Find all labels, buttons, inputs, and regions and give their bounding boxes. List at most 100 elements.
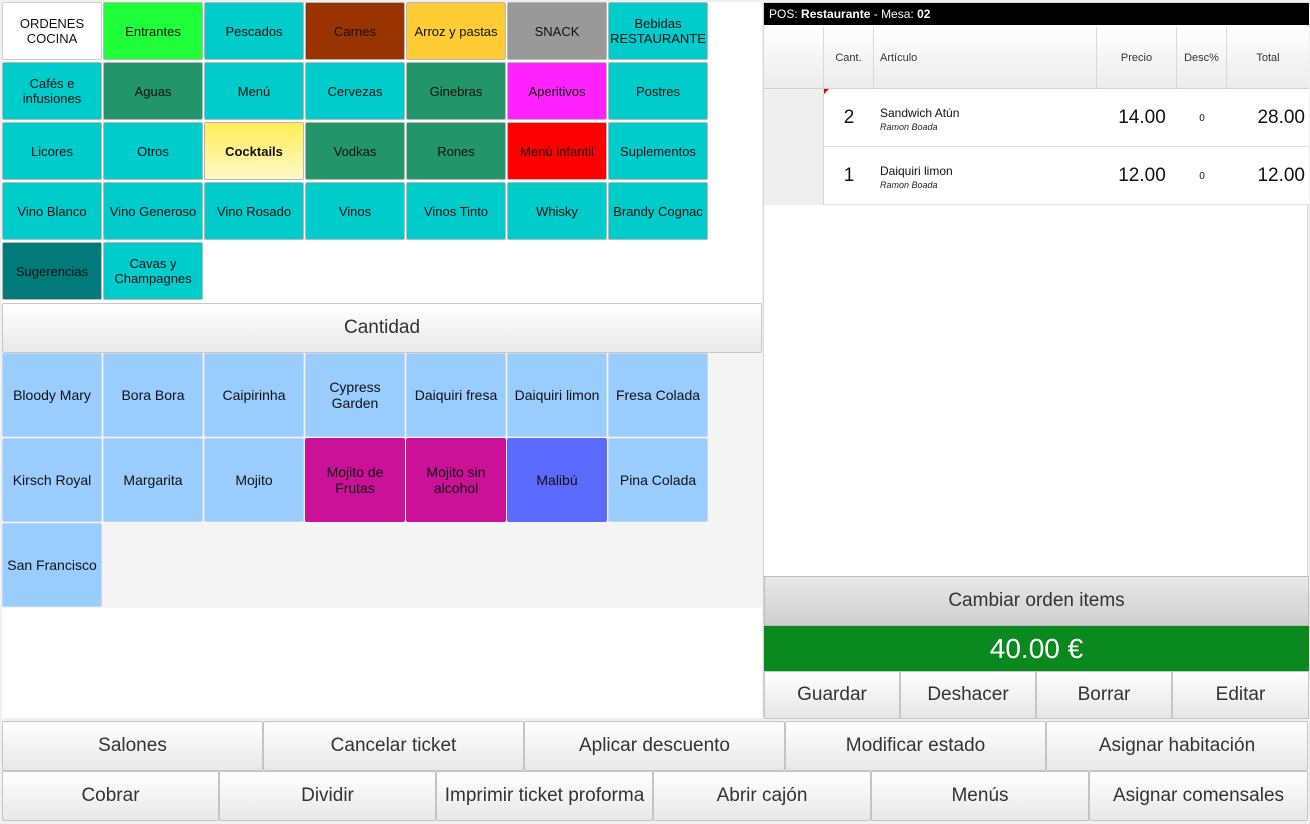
total-column-header: Total bbox=[1256, 52, 1280, 64]
abrir-cajon-button[interactable]: Abrir cajón bbox=[653, 771, 871, 821]
product-daiquiri-fresa[interactable]: Daiquiri fresa bbox=[406, 353, 506, 437]
product-mojito-sin-alcohol[interactable]: Mojito sin alcohol bbox=[406, 438, 506, 522]
category-brandy-cognac[interactable]: Brandy Cognac bbox=[608, 182, 708, 240]
pos-screen: ORDENES COCINA Entrantes Pescados Carnes Arr… bbox=[0, 0, 1310, 824]
line-article-name: Daiquiri limon bbox=[880, 164, 953, 178]
undo-button[interactable]: Deshacer bbox=[900, 671, 1036, 719]
ticket-header: POS: Restaurante - Mesa: 02 bbox=[764, 3, 1309, 25]
article-column-header: Artículo bbox=[874, 27, 1097, 89]
category-licores[interactable]: Licores bbox=[2, 122, 102, 180]
product-panel: ORDENES COCINA Entrantes Pescados Carnes Arr… bbox=[2, 2, 762, 718]
edit-button[interactable]: Editar bbox=[1172, 671, 1309, 719]
table-label: - Mesa: bbox=[873, 7, 914, 21]
category-bebidas-restaurante[interactable]: Bebidas RESTAURANTE bbox=[608, 2, 708, 60]
salones-button[interactable]: Salones bbox=[2, 721, 263, 771]
ticket-total: 40.00 € bbox=[764, 626, 1309, 671]
product-pina-colada[interactable]: Pina Colada bbox=[608, 438, 708, 522]
line-total: 28.00 bbox=[1257, 107, 1305, 128]
table-value: 02 bbox=[917, 7, 931, 21]
ticket-line[interactable]: 2 Sandwich Atún Ramon Boada 14.00 0 28.00 bbox=[764, 89, 1309, 147]
product-caipirinha[interactable]: Caipirinha bbox=[204, 353, 304, 437]
category-otros[interactable]: Otros bbox=[103, 122, 203, 180]
category-entrantes[interactable]: Entrantes bbox=[103, 2, 203, 60]
category-cervezas[interactable]: Cervezas bbox=[305, 62, 405, 120]
category-ginebras[interactable]: Ginebras bbox=[406, 62, 506, 120]
product-san-francisco[interactable]: San Francisco bbox=[2, 523, 102, 607]
save-button[interactable]: Guardar bbox=[764, 671, 900, 719]
line-select-cell[interactable] bbox=[764, 89, 824, 147]
select-column-header bbox=[764, 27, 824, 89]
line-price: 14.00 bbox=[1118, 107, 1166, 128]
category-vinos-tinto[interactable]: Vinos Tinto bbox=[406, 182, 506, 240]
asignar-comensales-button[interactable]: Asignar comensales bbox=[1089, 771, 1308, 821]
category-carnes[interactable]: Carnes bbox=[305, 2, 405, 60]
line-qty: 1 bbox=[843, 165, 855, 186]
line-qty: 2 bbox=[843, 107, 855, 128]
qty-column-header: Cant. bbox=[824, 27, 874, 89]
category-aperitivos[interactable]: Aperitivos bbox=[507, 62, 607, 120]
discount-column-header: Desc% bbox=[1177, 27, 1227, 89]
category-menu[interactable]: Menú bbox=[204, 62, 304, 120]
line-article: Sandwich Atún Ramon Boada bbox=[880, 106, 1090, 132]
line-article: Daiquiri limon Ramon Boada bbox=[880, 164, 1090, 190]
product-bloody-mary[interactable]: Bloody Mary bbox=[2, 353, 102, 437]
category-menu-infantil[interactable]: Menú infantil bbox=[507, 122, 607, 180]
change-order-items-button[interactable]: Cambiar orden items bbox=[764, 576, 1309, 626]
line-discount: 0 bbox=[1199, 170, 1205, 182]
delete-button[interactable]: Borrar bbox=[1036, 671, 1172, 719]
category-cafes-e-infusiones[interactable]: Cafés e infusiones bbox=[2, 62, 102, 120]
imprimir-ticket-proforma-button[interactable]: Imprimir ticket proforma bbox=[436, 771, 653, 821]
category-cocktails[interactable]: Cocktails bbox=[204, 122, 304, 180]
dividir-button[interactable]: Dividir bbox=[219, 771, 436, 821]
category-vinos[interactable]: Vinos bbox=[305, 182, 405, 240]
product-kirsch-royal[interactable]: Kirsch Royal bbox=[2, 438, 102, 522]
product-grid: Bloody Mary Bora Bora Caipirinha Cypress Ga… bbox=[2, 353, 762, 608]
price-column-header: Precio bbox=[1097, 27, 1177, 89]
category-vino-generoso[interactable]: Vino Generoso bbox=[103, 182, 203, 240]
toolbar-bottom: Cobrar Dividir Imprimir ticket proforma Abr… bbox=[2, 771, 1308, 821]
category-aguas[interactable]: Aguas bbox=[103, 62, 203, 120]
aplicar-descuento-button[interactable]: Aplicar descuento bbox=[524, 721, 785, 771]
product-malibu[interactable]: Malibú bbox=[507, 438, 607, 522]
category-whisky[interactable]: Whisky bbox=[507, 182, 607, 240]
cobrar-button[interactable]: Cobrar bbox=[2, 771, 219, 821]
menus-button[interactable]: Menús bbox=[871, 771, 1089, 821]
product-daiquiri-limon[interactable]: Daiquiri limon bbox=[507, 353, 607, 437]
modificar-estado-button[interactable]: Modificar estado bbox=[785, 721, 1046, 771]
cancelar-ticket-button[interactable]: Cancelar ticket bbox=[263, 721, 524, 771]
category-arroz-y-pastas[interactable]: Arroz y pastas bbox=[406, 2, 506, 60]
ticket-panel: POS: Restaurante - Mesa: 02 Cant. Artícu… bbox=[763, 2, 1309, 719]
category-rones[interactable]: Rones bbox=[406, 122, 506, 180]
ticket-line[interactable]: 1 Daiquiri limon Ramon Boada 12.00 0 12.00 bbox=[764, 147, 1309, 205]
pos-label: POS: bbox=[769, 7, 798, 21]
category-vodkas[interactable]: Vodkas bbox=[305, 122, 405, 180]
quantity-button[interactable]: Cantidad bbox=[2, 303, 762, 353]
product-mojito[interactable]: Mojito bbox=[204, 438, 304, 522]
line-waiter: Ramon Boada bbox=[880, 180, 938, 190]
product-mojito-de-frutas[interactable]: Mojito de Frutas bbox=[305, 438, 405, 522]
asignar-habitacion-button[interactable]: Asignar habitación bbox=[1046, 721, 1308, 771]
category-suplementos[interactable]: Suplementos bbox=[608, 122, 708, 180]
category-snack[interactable]: SNACK bbox=[507, 2, 607, 60]
category-ordenes-cocina[interactable]: ORDENES COCINA bbox=[2, 2, 102, 60]
line-total: 12.00 bbox=[1257, 165, 1305, 186]
category-pescados[interactable]: Pescados bbox=[204, 2, 304, 60]
category-postres[interactable]: Postres bbox=[608, 62, 708, 120]
line-select-cell[interactable] bbox=[764, 147, 824, 205]
toolbar-top: Salones Cancelar ticket Aplicar descuento M… bbox=[2, 721, 1308, 771]
product-margarita[interactable]: Margarita bbox=[103, 438, 203, 522]
line-waiter: Ramon Boada bbox=[880, 122, 938, 132]
category-sugerencias[interactable]: Sugerencias bbox=[2, 242, 102, 300]
ticket-actions: Guardar Deshacer Borrar Editar bbox=[764, 671, 1309, 719]
category-cavas-y-champagnes[interactable]: Cavas y Champagnes bbox=[103, 242, 203, 300]
product-bora-bora[interactable]: Bora Bora bbox=[103, 353, 203, 437]
category-vino-blanco[interactable]: Vino Blanco bbox=[2, 182, 102, 240]
line-discount: 0 bbox=[1199, 112, 1205, 124]
product-fresa-colada[interactable]: Fresa Colada bbox=[608, 353, 708, 437]
line-article-name: Sandwich Atún bbox=[880, 106, 960, 120]
pos-value: Restaurante bbox=[801, 7, 871, 21]
ticket-column-header: Cant. Artículo Precio Desc% Total bbox=[764, 27, 1309, 89]
product-cypress-garden[interactable]: Cypress Garden bbox=[305, 353, 405, 437]
category-vino-rosado[interactable]: Vino Rosado bbox=[204, 182, 304, 240]
category-grid: ORDENES COCINA Entrantes Pescados Carnes Arr… bbox=[2, 2, 762, 302]
